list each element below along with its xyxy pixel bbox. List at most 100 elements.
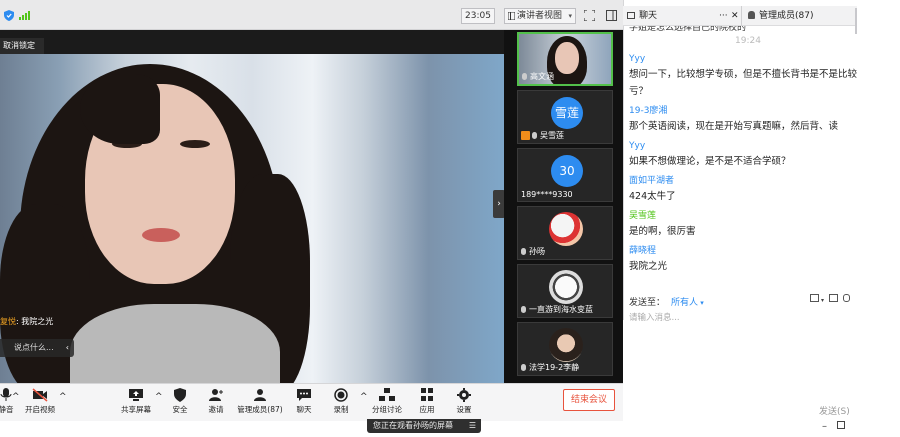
chevron-up-icon[interactable]: ^ (59, 392, 67, 402)
chat-input[interactable]: 请输入消息... (629, 311, 680, 323)
meeting-topbar: 23:05 演讲者视图 ▾ (0, 0, 623, 30)
settings-button[interactable]: 设置 (444, 388, 484, 415)
start-video-button[interactable]: 开启视频 (20, 388, 60, 415)
record-button[interactable]: 录制 (321, 388, 361, 415)
chat-input-placeholder: 请输入消息... (629, 313, 680, 323)
chat-message-text: 学姐是怎么选择自己的院校的 (629, 26, 747, 33)
chat-message-text: 如果不想做理论，是不是不适合学硕？ (629, 156, 791, 167)
chat-sender[interactable]: Yyy (629, 53, 857, 66)
minimize-icon[interactable]: – (822, 421, 827, 432)
send-to-value[interactable]: 所有人 (671, 298, 698, 308)
avatar (549, 328, 583, 362)
chat-timestamp: 19:24 (735, 36, 761, 46)
shield-icon[interactable] (4, 10, 14, 21)
participant-name: 一直游到海水变蓝 (521, 304, 593, 315)
watching-screen-text: 您正在观看孙旸的屏幕 (373, 421, 453, 430)
participant-name: 吴雪莲 (521, 130, 564, 141)
signal-icon[interactable] (19, 11, 30, 20)
menu-icon[interactable]: ☰ (469, 419, 476, 433)
chat-sender[interactable]: 面如平湖者 (629, 175, 857, 188)
apps-button[interactable]: 应用 (407, 388, 447, 415)
participant-tile[interactable]: 一直游到海水变蓝 (517, 264, 613, 318)
fullscreen-icon[interactable] (584, 10, 595, 21)
view-mode-select[interactable]: 演讲者视图 ▾ (504, 8, 576, 24)
file-icon[interactable] (810, 294, 819, 302)
chat-sender[interactable]: 吴雪莲 (629, 210, 857, 223)
camera-off-icon (32, 388, 48, 402)
participant-tile[interactable]: 雪莲 吴雪莲 (517, 90, 613, 144)
avatar: 雪莲 (551, 97, 583, 129)
danmu-sender: 复悦 (0, 317, 16, 326)
main-video-stage: 取消锁定 复悦: 我院之光 说点什么... ‹ 文涵 (0, 30, 504, 383)
chat-sender[interactable]: Yyy (629, 140, 857, 153)
user-icon (748, 11, 755, 19)
chat-tools: ▾ (810, 294, 851, 305)
chat-sender[interactable]: 19-3廖湘 (629, 105, 857, 118)
speaker-video: 复悦: 我院之光 说点什么... ‹ 文涵 (0, 54, 504, 383)
mic-muted-icon (521, 248, 526, 255)
apps-grid-icon (419, 388, 435, 402)
manage-members-button[interactable]: 管理成员(87) (236, 388, 284, 415)
participant-name: 189****9330 (521, 190, 573, 199)
breakout-rooms-button[interactable]: 分组讨论 (367, 388, 407, 415)
chevron-down-icon: ▾ (568, 12, 572, 20)
maximize-icon[interactable] (837, 421, 845, 429)
watching-screen-bar: 您正在观看孙旸的屏幕 ☰ (367, 419, 481, 433)
user-icon[interactable] (843, 294, 851, 302)
more-options-icon[interactable]: ··· (719, 6, 728, 26)
tab-chat[interactable]: 聊天 ··· ✕ (627, 6, 739, 26)
chat-tab-icon (627, 12, 635, 19)
participant-tile[interactable]: 30 189****9330 (517, 148, 613, 202)
chat-message-list: 学姐是怎么选择自己的院校的 19:24 Yyy 想问一下，比较想学专硕，但是不擅… (629, 26, 857, 274)
mic-muted-icon (521, 306, 526, 313)
participant-name: 孙旸 (521, 246, 545, 257)
mic-muted-icon (532, 132, 537, 139)
view-mode-label: 演讲者视图 (517, 11, 563, 21)
participant-gallery: 高文涵 雪莲 吴雪莲 30 189****9330 孙旸 一直游到海水变蓝 法学… (504, 30, 623, 383)
chat-message-text: 是的啊，很厉害 (629, 226, 696, 237)
participant-name: 高文涵 (522, 71, 554, 82)
chat-bubble-icon (296, 388, 312, 402)
add-user-icon (208, 388, 224, 402)
host-icon (521, 131, 530, 140)
chat-sender[interactable]: 薛晓程 (629, 245, 857, 258)
participant-tile[interactable]: 孙旸 (517, 206, 613, 260)
mic-muted-icon (521, 364, 526, 371)
mic-icon (522, 73, 527, 80)
chevron-down-icon: ▾ (698, 299, 704, 307)
chevron-left-icon[interactable]: ‹ (66, 339, 69, 357)
danmu-input[interactable]: 说点什么... ‹ (0, 339, 74, 357)
security-button[interactable]: 安全 (160, 388, 200, 415)
tab-members[interactable]: 管理成员(87) (741, 6, 855, 26)
chevron-up-icon[interactable]: ^ (12, 392, 20, 402)
avatar (549, 270, 583, 304)
record-icon (333, 388, 349, 402)
participant-tile[interactable]: 法学19-2李静 (517, 322, 613, 376)
chat-message-text: 那个英语阅读，现在是开始写真题嘛，然后背、读 (629, 121, 839, 132)
avatar (549, 212, 583, 246)
close-icon[interactable]: ✕ (731, 6, 739, 26)
shield-icon (172, 388, 188, 402)
danmu-text: 我院之光 (21, 317, 54, 326)
send-button[interactable]: 发送(S) (819, 404, 850, 417)
unlock-button[interactable]: 取消锁定 (0, 38, 44, 54)
invite-button[interactable]: 邀请 (196, 388, 236, 415)
meeting-timer: 23:05 (461, 8, 495, 24)
window-controls: – (822, 421, 845, 432)
chat-button[interactable]: 聊天 (284, 388, 324, 415)
screenshot-icon[interactable] (829, 294, 839, 302)
share-screen-button[interactable]: 共享屏幕 (116, 388, 156, 415)
grid-icon (508, 12, 515, 20)
end-meeting-button[interactable]: 结束会议 (563, 389, 615, 411)
breakout-icon (379, 388, 395, 402)
participant-name: 法学19-2李静 (521, 362, 579, 373)
chevron-down-icon[interactable]: ▾ (821, 297, 824, 304)
sidebar-toggle-icon[interactable] (606, 10, 617, 21)
chat-message-text: 我院之光 (629, 261, 668, 272)
chat-message-text: 424太牛了 (629, 191, 676, 202)
users-icon (252, 388, 268, 402)
send-to-selector[interactable]: 发送至： 所有人 ▾ (629, 295, 704, 308)
meeting-toolbar: 静音 ^ 开启视频 ^ 共享屏幕 ^ 安全 邀请 管理成员(87) 聊天 录制 … (0, 383, 623, 421)
participant-tile[interactable]: 高文涵 (517, 32, 613, 86)
share-screen-icon (128, 388, 144, 402)
